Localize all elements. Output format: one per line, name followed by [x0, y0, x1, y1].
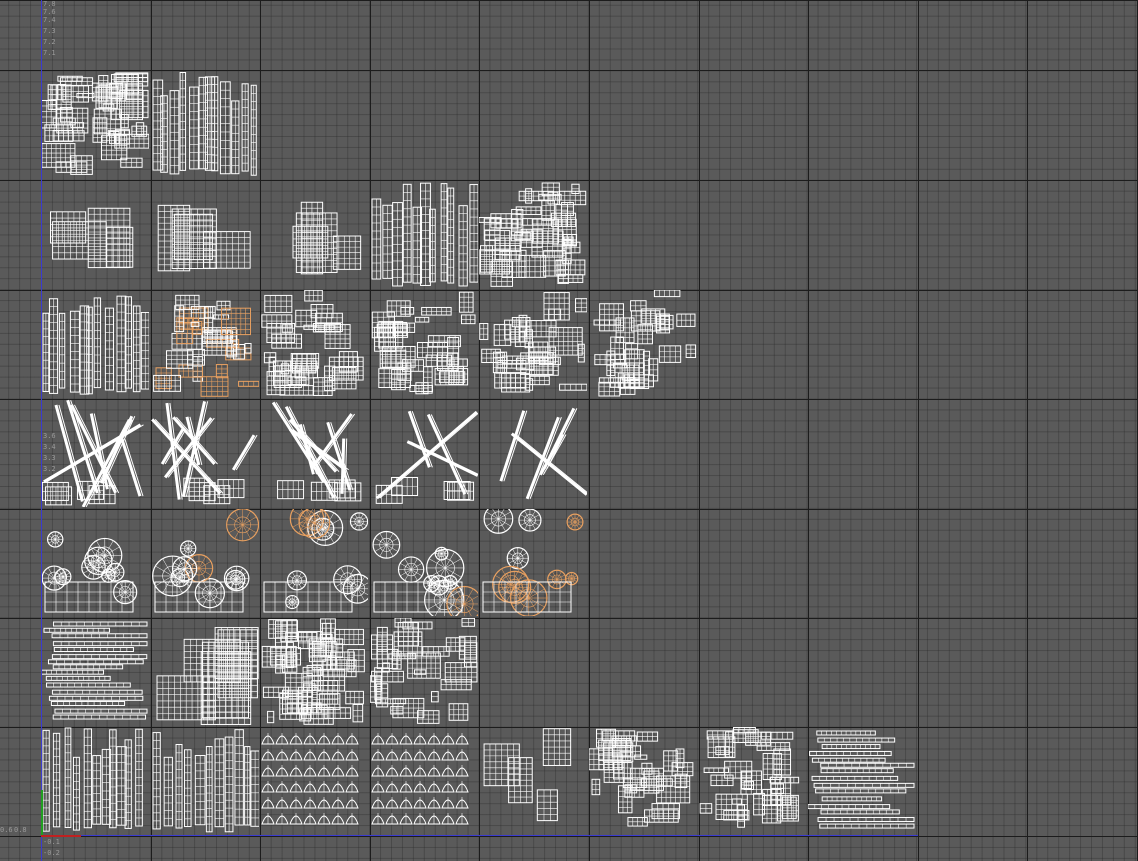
- v-tick-label: 7.3: [43, 27, 56, 35]
- uv-shell-tile[interactable]: [151, 509, 259, 616]
- v-tick-label: 3.6: [43, 432, 56, 440]
- uv-shell-tile[interactable]: [370, 727, 478, 834]
- uv-shell-tile[interactable]: [808, 727, 916, 834]
- uv-wireframe: [593, 290, 697, 397]
- uv-shell-tile[interactable]: [370, 399, 478, 507]
- uv-shell-tile[interactable]: [260, 509, 368, 616]
- v-tick-label: 3.3: [43, 454, 56, 462]
- uv-wireframe: [371, 182, 478, 287]
- grid-line-horizontal: [0, 0, 1138, 1]
- uv-wireframe: [153, 294, 259, 397]
- uv-wireframe: [41, 531, 138, 613]
- uv-shell-tile[interactable]: [370, 180, 478, 288]
- uv-shell-tile[interactable]: [151, 180, 259, 288]
- uv-wireframe: [482, 509, 584, 616]
- uv-shell-tile[interactable]: [479, 509, 587, 616]
- uv-wireframe: [261, 618, 365, 725]
- uv-shell-tile[interactable]: [370, 290, 478, 397]
- uv-wireframe: [156, 627, 259, 725]
- u-axis-origin-marker: [41, 835, 81, 837]
- uv-wireframe: [372, 530, 478, 616]
- uv-shell-tile[interactable]: [151, 290, 259, 397]
- uv-shell-tile[interactable]: [41, 290, 149, 397]
- u-tick-label: 0.8: [14, 826, 27, 834]
- v-tick-label: 7.1: [43, 49, 56, 57]
- uv-shell-tile[interactable]: [479, 399, 587, 507]
- uv-wireframe: [152, 729, 259, 833]
- uv-shell-tile[interactable]: [41, 618, 149, 725]
- uv-wireframe: [292, 201, 362, 275]
- uv-wireframe: [271, 401, 362, 502]
- uv-shell-tile[interactable]: [260, 290, 368, 397]
- uv-wireframe: [479, 292, 587, 393]
- grid-line-vertical: [1027, 0, 1028, 861]
- uv-shell-tile[interactable]: [370, 509, 478, 616]
- uv-shell-tile[interactable]: [260, 727, 368, 834]
- v-tick-label: 3.2: [43, 465, 56, 473]
- uv-wireframe: [483, 728, 572, 822]
- uv-shell-tile[interactable]: [479, 180, 587, 288]
- uv-wireframe: [371, 291, 476, 395]
- v-tick-label: 3.4: [43, 443, 56, 451]
- uv-wireframe: [42, 727, 143, 832]
- uv-wireframe: [41, 72, 149, 175]
- uv-shell-tile[interactable]: [151, 618, 259, 725]
- uv-wireframe: [152, 509, 259, 613]
- uv-wireframe: [49, 207, 134, 269]
- uv-shell-tile[interactable]: [41, 399, 149, 507]
- uv-shell-tile[interactable]: [151, 70, 259, 178]
- u-axis-line: [41, 835, 918, 836]
- v-tick-label: 7.6: [43, 8, 56, 16]
- uv-shell-tile[interactable]: [41, 180, 149, 288]
- uv-shell-tile[interactable]: [41, 70, 149, 178]
- uv-shell-tile[interactable]: [589, 727, 697, 834]
- v-tick-label: 7.4: [43, 16, 56, 24]
- uv-wireframe: [151, 401, 258, 505]
- uv-wireframe: [589, 728, 694, 827]
- uv-wireframe: [261, 290, 364, 396]
- uv-shell-tile[interactable]: [41, 727, 149, 834]
- uv-shell-tile[interactable]: [151, 399, 259, 507]
- uv-shell-tile[interactable]: [699, 727, 807, 834]
- uv-wireframe: [41, 621, 148, 720]
- grid-line-vertical: [918, 0, 919, 861]
- uv-wireframe: [261, 733, 359, 825]
- uv-wireframe: [263, 509, 368, 613]
- uv-shell-tile[interactable]: [260, 618, 368, 725]
- uv-wireframe: [499, 407, 587, 500]
- uv-shell-tile[interactable]: [151, 727, 259, 834]
- uv-wireframe: [41, 399, 144, 507]
- uv-shell-tile[interactable]: [260, 180, 368, 288]
- grid-line-horizontal: [0, 836, 1138, 837]
- v-tick-label: -0.1: [43, 838, 60, 846]
- uv-wireframe: [479, 182, 587, 287]
- uv-wireframe: [371, 733, 469, 825]
- uv-wireframe: [157, 204, 251, 272]
- v-tick-label: -0.2: [43, 849, 60, 857]
- uv-shell-tile[interactable]: [41, 509, 149, 616]
- v-axis-line: [41, 0, 42, 861]
- uv-shell-tile[interactable]: [589, 290, 697, 397]
- uv-editor-viewport[interactable]: 7.8 7.6 7.4 7.3 7.2 7.1 3.6 3.4 3.3 3.2 …: [0, 0, 1138, 861]
- uv-shell-tile[interactable]: [370, 618, 478, 725]
- uv-shell-tile[interactable]: [479, 290, 587, 397]
- uv-wireframe: [699, 727, 800, 828]
- uv-wireframe: [152, 72, 257, 176]
- uv-wireframe: [375, 410, 478, 504]
- v-tick-label: 7.8: [43, 0, 56, 8]
- uv-wireframe: [808, 730, 915, 829]
- u-tick-label: 0.6: [0, 826, 13, 834]
- uv-wireframe: [42, 295, 149, 395]
- uv-shell-tile[interactable]: [260, 399, 368, 507]
- v-axis-origin-marker: [41, 790, 43, 835]
- v-tick-label: 7.2: [43, 38, 56, 46]
- uv-wireframe: [370, 618, 478, 724]
- uv-shell-tile[interactable]: [479, 727, 587, 834]
